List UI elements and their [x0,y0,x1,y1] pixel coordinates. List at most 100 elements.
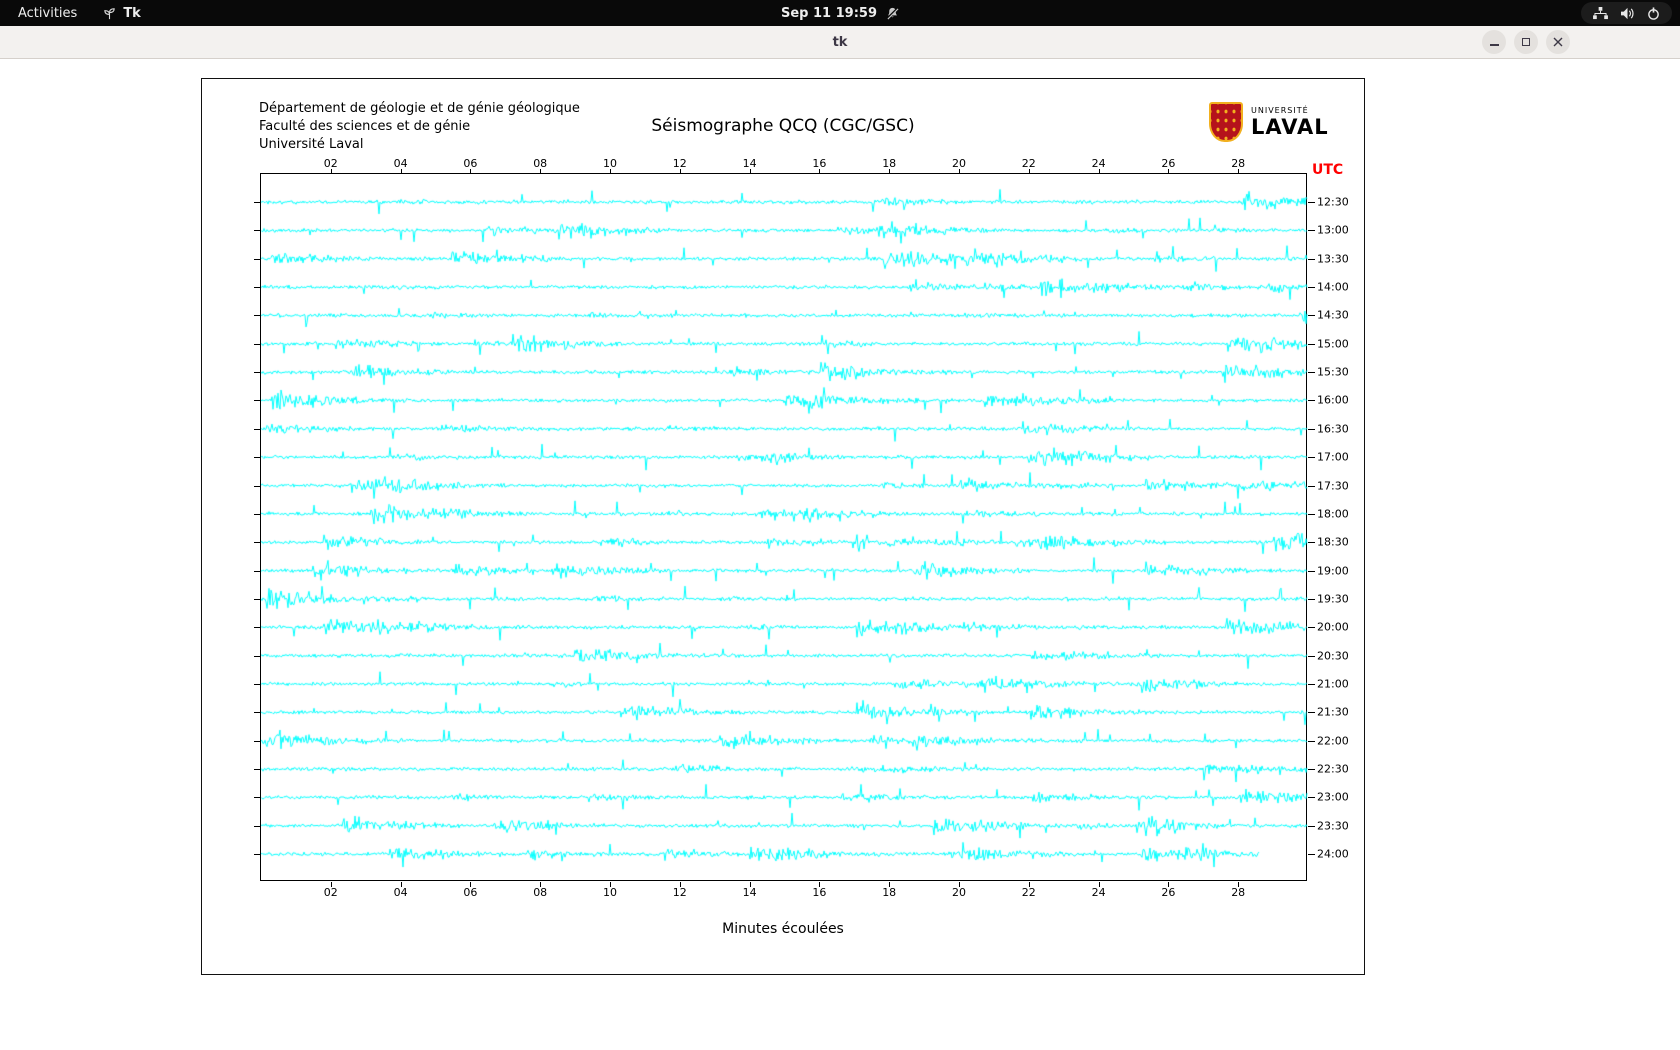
x-tick-mark-top [749,169,751,174]
window-titlebar[interactable]: tk [0,26,1680,59]
x-tick-mark-top [330,169,332,174]
x-tick-mark-top [1238,169,1240,174]
trace-time-label: 18:00 [1317,507,1349,521]
trace-time-label: 23:30 [1317,819,1349,833]
row-tick-mark-right [1308,513,1315,515]
trace-time-label: 16:00 [1317,393,1349,407]
trace-time-label: 18:30 [1317,535,1349,549]
x-tick-mark-bottom [1028,882,1030,887]
row-tick-mark-right [1308,457,1315,459]
row-tick-mark-right [1308,797,1315,799]
x-tick-mark-top [959,169,960,174]
x-tick-label-bottom: 10 [603,886,617,899]
x-tick-mark-top [1098,169,1100,174]
row-tick-mark-right [1308,343,1315,345]
x-tick-label-bottom: 06 [463,886,478,899]
trace-time-label: 14:00 [1317,280,1349,294]
row-tick-mark-right [1308,400,1315,402]
row-tick-mark-left [254,230,261,232]
minimize-icon [1489,44,1499,46]
x-tick-label-bottom: 28 [1231,886,1246,899]
x-tick-mark-bottom [749,882,751,887]
laval-shield-icon [1209,102,1243,142]
row-tick-mark-left [254,598,261,600]
row-tick-mark-left [254,655,261,657]
x-tick-label-bottom: 14 [742,886,757,899]
row-tick-mark-left [254,513,261,515]
trace-time-label: 23:00 [1317,790,1349,804]
x-tick-mark-top [819,169,821,174]
trace-time-label: 15:00 [1317,337,1349,351]
row-tick-mark-right [1308,287,1315,289]
app-content: Département de géologie et de génie géol… [0,60,1680,1050]
logo-large-text: LAVAL [1251,114,1329,139]
notifications-muted-icon [886,7,899,20]
row-tick-mark-left [254,372,261,374]
x-tick-label-bottom: 26 [1161,886,1176,899]
x-tick-mark-bottom [470,882,472,887]
activities-button[interactable]: Activities [18,6,77,21]
x-tick-label-bottom: 18 [882,886,897,899]
row-tick-mark-right [1308,202,1315,203]
x-tick-mark-bottom [1168,882,1170,887]
row-tick-mark-right [1308,542,1315,544]
x-tick-mark-bottom [330,882,332,887]
x-tick-label-bottom: 16 [812,886,827,899]
row-tick-mark-left [254,202,261,203]
row-tick-mark-left [254,400,261,402]
row-tick-mark-left [254,797,261,799]
x-tick-mark-top [1168,169,1170,174]
trace-time-label: 22:30 [1317,762,1349,776]
row-tick-mark-right [1308,598,1315,600]
x-tick-label-bottom: 08 [533,886,548,899]
row-tick-mark-left [254,683,261,685]
app-indicator-label: Tk [123,5,141,21]
trace-time-label: 21:30 [1317,705,1349,719]
row-tick-mark-left [254,769,261,770]
x-tick-mark-top [610,169,611,174]
x-tick-mark-bottom [1098,882,1100,887]
row-tick-mark-right [1308,570,1315,572]
trace-time-label: 22:00 [1317,734,1349,748]
app-indicator[interactable]: Tk [103,6,141,21]
close-button[interactable] [1546,30,1570,54]
seismograph-frame: Département de géologie et de génie géol… [201,78,1365,975]
x-tick-mark-bottom [610,882,611,887]
row-tick-mark-right [1308,315,1315,317]
row-tick-mark-left [254,315,261,317]
row-tick-mark-left [254,258,261,260]
row-tick-mark-right [1308,627,1315,629]
x-tick-mark-bottom [1238,882,1240,887]
row-tick-mark-right [1308,258,1315,260]
row-tick-mark-right [1308,683,1315,685]
x-tick-label-bottom: 22 [1021,886,1036,899]
x-tick-mark-top [1028,169,1030,174]
chart-title: Séismographe QCQ (CGC/GSC) [651,116,915,136]
clock[interactable]: Sep 11 19:59 [781,6,877,21]
row-tick-mark-left [254,485,261,487]
row-tick-mark-left [254,343,261,345]
row-tick-mark-left [254,457,261,459]
x-axis-label: Minutes écoulées [722,921,844,937]
row-tick-mark-left [254,570,261,572]
trace-time-label: 17:30 [1317,479,1349,492]
minimize-button[interactable] [1482,30,1506,54]
system-status-area[interactable] [1581,2,1672,24]
trace-time-label: 21:00 [1317,677,1349,691]
row-tick-mark-right [1308,740,1315,742]
trace-time-label: 19:00 [1317,564,1349,578]
top-bar: Activities Tk Sep 11 19:59 [0,0,1680,26]
close-icon [1553,37,1563,47]
trace-time-label: 13:30 [1317,252,1349,266]
trace-time-label: 17:00 [1317,450,1349,464]
row-tick-mark-right [1308,825,1315,827]
trace-time-label: 19:30 [1317,592,1349,606]
x-tick-mark-bottom [400,882,402,887]
x-tick-mark-top [540,169,542,174]
maximize-icon [1522,38,1530,46]
trace-time-label: 14:30 [1317,308,1349,322]
row-tick-mark-left [254,854,261,856]
tk-app-icon [103,7,116,20]
x-tick-mark-bottom [819,882,821,887]
maximize-button[interactable] [1514,30,1538,54]
